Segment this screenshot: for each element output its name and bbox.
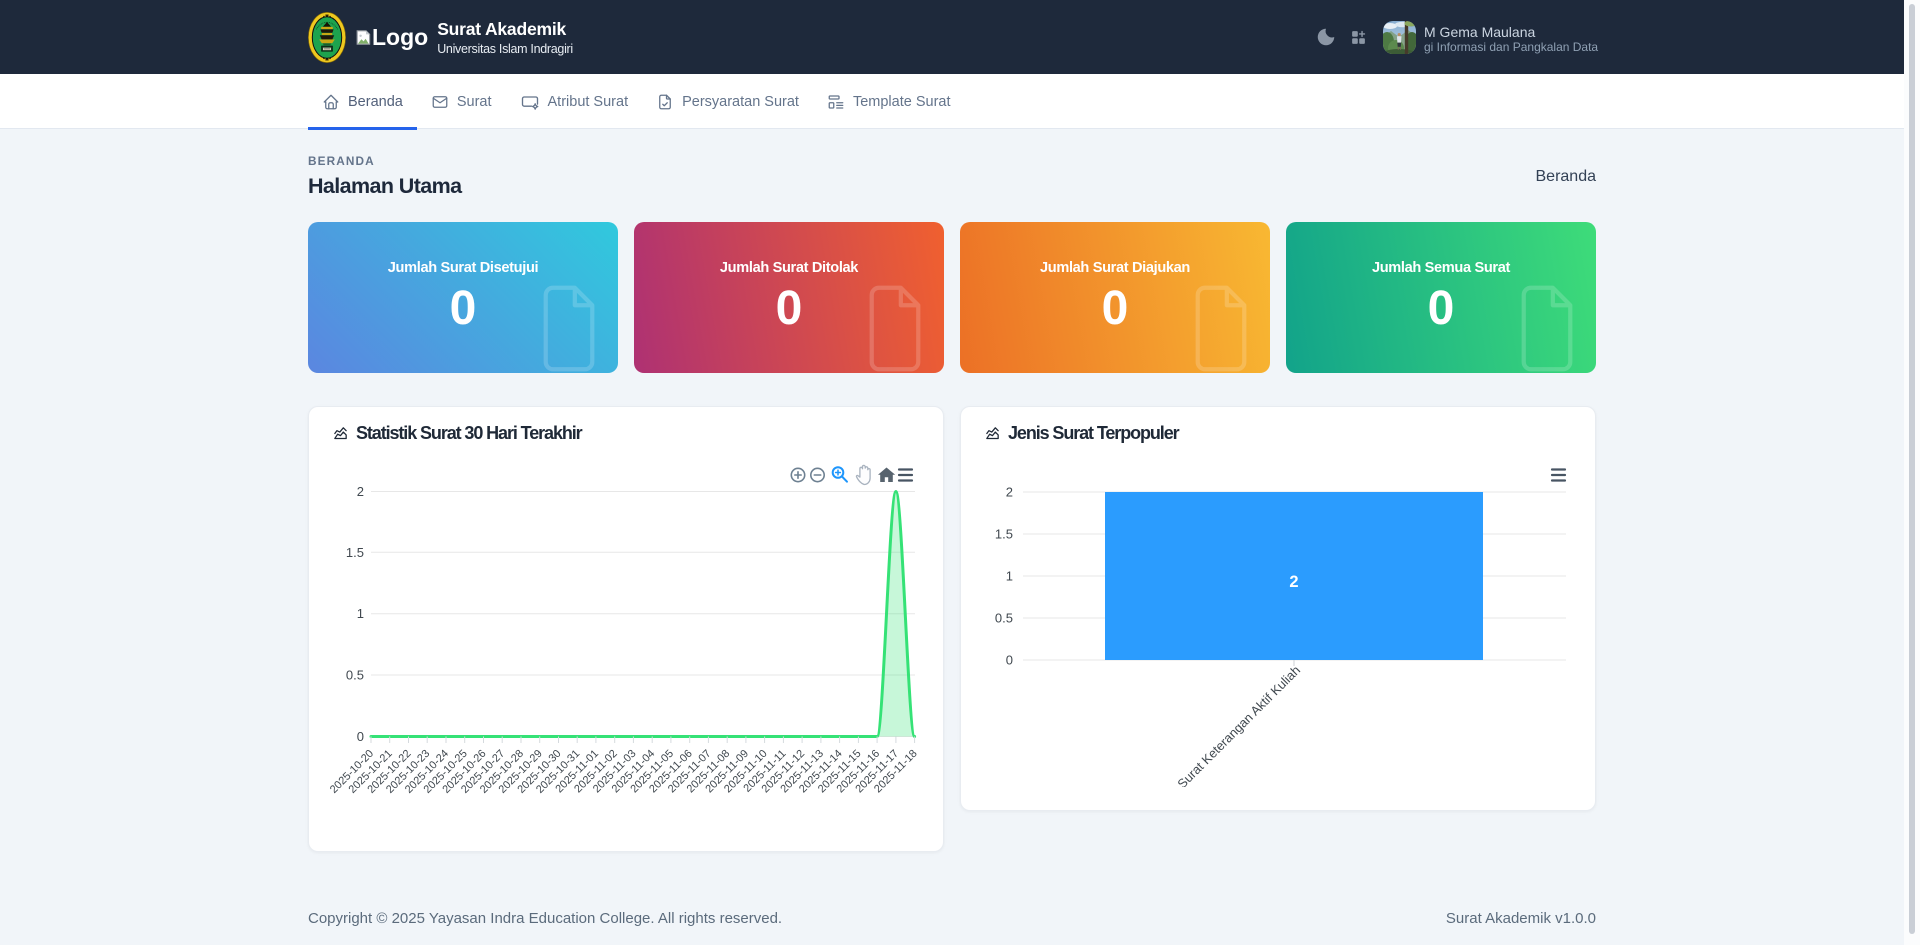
svg-text:0.5: 0.5 bbox=[995, 611, 1013, 626]
svg-text:0: 0 bbox=[357, 729, 364, 744]
svg-text:2: 2 bbox=[357, 484, 364, 499]
svg-text:2: 2 bbox=[1289, 573, 1298, 591]
svg-text:0: 0 bbox=[1006, 653, 1013, 668]
svg-text:2: 2 bbox=[1006, 485, 1013, 500]
svg-text:1.5: 1.5 bbox=[995, 527, 1013, 542]
svg-text:1: 1 bbox=[357, 606, 364, 621]
svg-text:0.5: 0.5 bbox=[346, 668, 364, 683]
svg-text:1.5: 1.5 bbox=[346, 545, 364, 560]
svg-text:Surat Keterangan Aktif Kuliah: Surat Keterangan Aktif Kuliah bbox=[1174, 663, 1303, 792]
svg-text:1: 1 bbox=[1006, 569, 1013, 584]
